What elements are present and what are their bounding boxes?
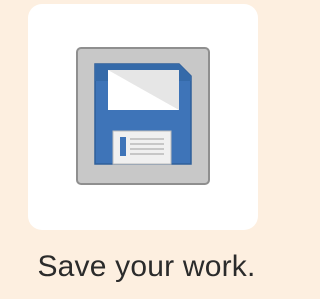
save-button[interactable] xyxy=(76,47,210,185)
save-label: Save your work. xyxy=(37,250,256,283)
floppy-disk-icon xyxy=(94,63,192,165)
